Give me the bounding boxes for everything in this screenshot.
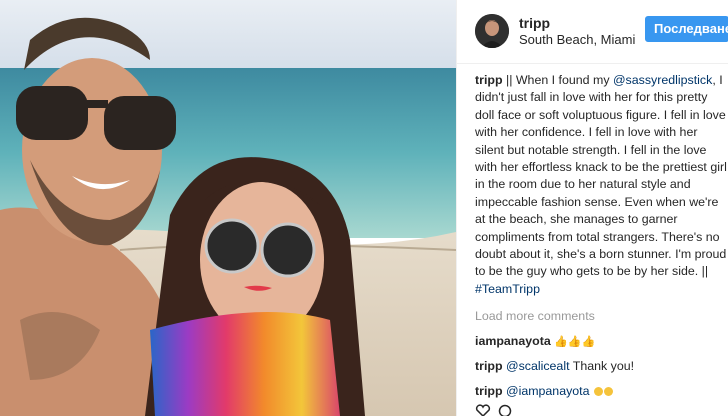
action-icons: [475, 404, 512, 416]
comment-mention[interactable]: @scalicealt: [506, 359, 570, 373]
location-link[interactable]: South Beach, Miami: [519, 32, 635, 47]
comment-author[interactable]: tripp: [475, 384, 503, 398]
comment-item: tripp @iampanayota: [475, 383, 727, 400]
comment-mention[interactable]: @iampanayota: [506, 384, 590, 398]
comments-section: tripp || When I found my @sassyredlipsti…: [475, 72, 727, 400]
avatar[interactable]: [475, 14, 509, 48]
heart-icon: [475, 404, 491, 416]
comment-author[interactable]: tripp: [475, 359, 503, 373]
comment-text: Thank you!: [569, 359, 635, 374]
comment-author[interactable]: iampanayota: [475, 334, 551, 348]
follow-button[interactable]: Последване: [645, 16, 728, 42]
post-photo[interactable]: [0, 0, 456, 416]
beach-selfie-image: [0, 0, 456, 416]
caption-text-2: , I didn't just fall in love with her fo…: [475, 73, 727, 279]
avatar-image: [475, 14, 509, 48]
load-more-comments-link[interactable]: Load more comments: [475, 308, 727, 325]
smile-emoji-icon: [593, 386, 603, 396]
comment-item: tripp @scalicealt Thank you!: [475, 358, 727, 375]
caption-hashtag[interactable]: #TeamTripp: [475, 282, 540, 296]
caption: tripp || When I found my @sassyredlipsti…: [475, 72, 727, 298]
post-header: tripp South Beach, Miami Последване: [457, 0, 728, 64]
comment-icon: [498, 404, 512, 416]
post-side-panel: tripp South Beach, Miami Последване trip…: [456, 0, 728, 416]
caption-text-1: || When I found my: [505, 73, 613, 87]
comment-item: iampanayota 👍👍👍: [475, 333, 727, 351]
caption-author[interactable]: tripp: [475, 73, 503, 87]
comment-text: 👍👍👍: [554, 335, 596, 348]
smile-emoji-icon: [603, 386, 613, 396]
username-link[interactable]: tripp: [519, 15, 550, 31]
caption-mention[interactable]: @sassyredlipstick: [613, 73, 712, 87]
action-bar: [475, 404, 725, 416]
